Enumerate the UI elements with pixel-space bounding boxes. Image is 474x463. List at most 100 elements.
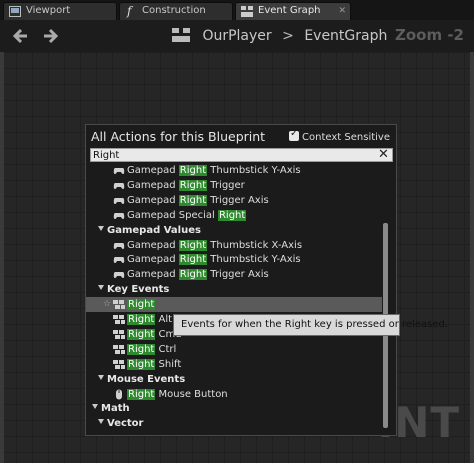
gamepad-icon (113, 165, 125, 176)
clear-search-icon[interactable]: ✕ (378, 147, 389, 162)
close-tab-icon[interactable]: ✕ (338, 3, 346, 19)
action-label-prefix: Gamepad (127, 179, 179, 191)
action-label: Right Mouse Button (127, 387, 228, 402)
expand-arrow-icon[interactable] (92, 404, 98, 410)
action-label-prefix: Gamepad (127, 254, 179, 266)
action-label-prefix: Gamepad Special (127, 209, 218, 221)
action-label: Gamepad Right Thumbstick X-Axis (127, 238, 302, 253)
breadcrumb-blueprint[interactable]: OurPlayer (202, 28, 271, 44)
search-match-highlight: Right (178, 269, 208, 281)
action-label-suffix: Trigger Axis (207, 269, 269, 281)
action-label: Gamepad Right Trigger Axis (127, 267, 269, 282)
action-label-suffix: Trigger (207, 179, 245, 191)
category-header[interactable]: Vector (86, 416, 394, 431)
context-sensitive-checkbox[interactable] (289, 128, 300, 141)
context-sensitive-label: Context Sensitive (302, 132, 390, 143)
search-match-highlight: Right (217, 209, 247, 221)
breadcrumb-separator: > (282, 28, 294, 44)
forward-arrow-icon[interactable] (42, 27, 60, 45)
category-label: Gamepad Values (107, 224, 201, 236)
category-header[interactable]: Math (86, 401, 388, 416)
category-label: Mouse Events (107, 373, 186, 385)
back-arrow-icon[interactable] (11, 27, 29, 45)
search-match-highlight: Right (127, 299, 156, 311)
action-item[interactable]: Right Mouse Button (86, 387, 382, 402)
expand-arrow-icon[interactable] (98, 374, 104, 380)
search-match-highlight: Right (127, 328, 156, 340)
action-item[interactable]: Gamepad Right Trigger Axis (86, 267, 382, 282)
action-label: Right (127, 297, 156, 312)
action-item[interactable]: Gamepad Right Thumbstick Y-Axis (86, 163, 382, 178)
action-label-suffix: Trigger Axis (207, 194, 269, 206)
tab-construction-script[interactable]: f Construction Script (119, 2, 233, 32)
action-item[interactable]: Gamepad Right Trigger (86, 178, 382, 193)
category-label: Key Events (107, 284, 170, 296)
expand-arrow-icon[interactable] (98, 285, 104, 291)
gamepad-icon (113, 180, 125, 191)
search-match-highlight: Right (178, 165, 208, 176)
action-item[interactable]: Right Shift (86, 357, 382, 372)
tab-viewport[interactable]: Viewport (3, 2, 117, 20)
action-label: Right Shift (127, 357, 181, 372)
category-header[interactable]: Key Events (86, 282, 394, 297)
action-label: Gamepad Right Thumbstick Y-Axis (127, 252, 301, 267)
search-match-highlight: Right (178, 239, 208, 251)
expand-arrow-icon[interactable] (98, 225, 104, 231)
gamepad-icon (113, 269, 125, 280)
action-label-suffix: Thumbstick Y-Axis (207, 165, 301, 176)
favorite-star-icon[interactable]: ☆ (103, 297, 111, 312)
keyboard-icon (113, 299, 125, 310)
zoom-level: Zoom -2 (394, 26, 464, 44)
category-header[interactable]: Gamepad Values (86, 223, 394, 238)
action-label: Gamepad Right Trigger Axis (127, 193, 269, 208)
gamepad-icon (113, 210, 125, 221)
action-item[interactable]: Gamepad Right Thumbstick X-Axis (86, 238, 382, 253)
action-label-suffix: Alt (155, 314, 173, 325)
action-item[interactable]: Gamepad Right Thumbstick Y-Axis (86, 252, 382, 267)
viewport-icon (9, 6, 21, 17)
search-match-highlight: Right (127, 343, 156, 355)
action-label: Gamepad Special Right (127, 208, 247, 223)
keyboard-icon (113, 359, 125, 370)
action-label-prefix: Gamepad (127, 239, 179, 251)
blueprint-graph-icon (172, 28, 190, 42)
action-label-suffix: Thumbstick X-Axis (207, 239, 303, 251)
category-label: Math (101, 403, 130, 415)
action-item[interactable]: Gamepad Special Right (86, 208, 382, 223)
category-header[interactable]: Mouse Events (86, 372, 394, 387)
search-match-highlight: Right (127, 314, 156, 325)
all-actions-popup: All Actions for this Blueprint Context S… (85, 124, 397, 436)
keyboard-icon (113, 344, 125, 355)
tab-viewport-label: Viewport (26, 5, 71, 16)
gamepad-icon (113, 240, 125, 251)
action-label-suffix: Mouse Button (155, 388, 228, 400)
action-label-suffix: Shift (155, 358, 182, 370)
action-label-prefix: Gamepad (127, 165, 179, 176)
search-match-highlight: Right (178, 254, 208, 266)
action-label: Right Alt (127, 312, 172, 327)
action-list[interactable]: Gamepad Right Thumbstick Y-Axis Gamepad R… (86, 163, 382, 435)
search-match-highlight: Right (178, 179, 208, 191)
keyboard-icon (113, 329, 125, 340)
tab-event-graph-label: Event Graph (258, 5, 321, 16)
action-label-prefix: Gamepad (127, 194, 179, 206)
action-item[interactable]: Gamepad Right Trigger Axis (86, 193, 382, 208)
search-match-highlight: Right (127, 358, 156, 370)
mouse-icon (113, 389, 125, 400)
graph-border-right (470, 52, 474, 463)
action-item[interactable]: ☆ Right (86, 297, 382, 313)
search-match-highlight: Right (127, 388, 156, 400)
breadcrumb-graph[interactable]: EventGraph (304, 28, 387, 44)
tab-strip: Viewport f Construction Script Event Gra… (0, 0, 474, 32)
action-item[interactable]: Right Ctrl (86, 342, 382, 357)
keyboard-icon (113, 314, 125, 325)
breadcrumb: OurPlayer > EventGraph (172, 27, 387, 45)
action-label: Gamepad Right Trigger (127, 178, 245, 193)
action-search-input[interactable] (90, 148, 393, 162)
action-label-suffix: Thumbstick Y-Axis (207, 254, 301, 266)
context-sensitive-toggle[interactable]: Context Sensitive (289, 128, 390, 143)
tab-event-graph[interactable]: Event Graph ✕ (235, 2, 351, 20)
action-label: Right Ctrl (127, 342, 176, 357)
expand-arrow-icon[interactable] (98, 419, 104, 425)
function-icon: f (127, 4, 132, 18)
